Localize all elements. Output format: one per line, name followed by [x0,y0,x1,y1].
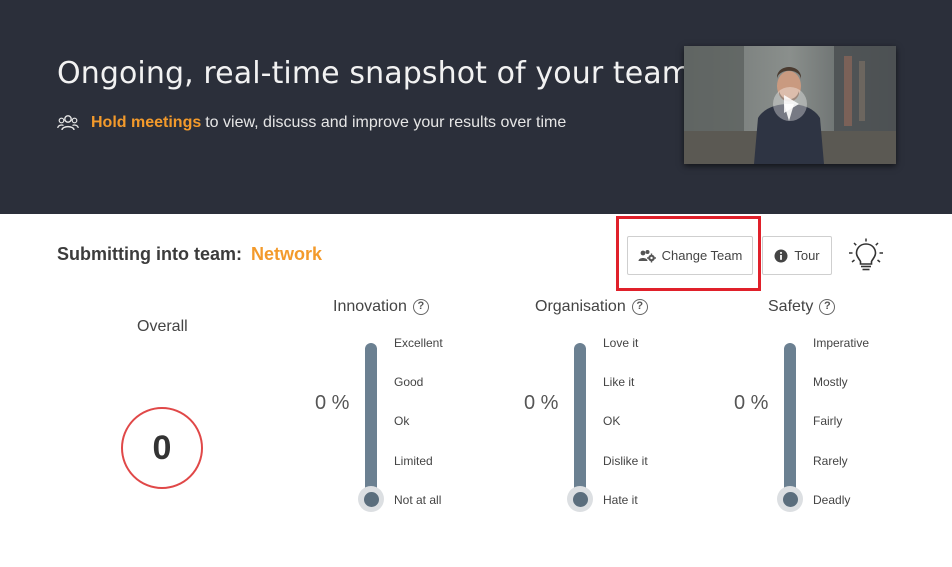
metric-title-text: Innovation [333,298,407,315]
overall-label: Overall [137,318,188,335]
innovation-slider-handle[interactable] [358,486,384,512]
metric-title-text: Safety [768,298,814,315]
level-label: Ok [394,414,410,428]
organisation-slider-handle[interactable] [567,486,593,512]
team-settings-icon [638,249,656,262]
level-label: Good [394,375,424,389]
overall-score-value: 0 [152,428,172,467]
level-label: Hate it [603,493,638,507]
level-label: Imperative [813,336,870,350]
help-icon[interactable]: ? [412,299,429,315]
safety-percent: 0 % [734,392,769,414]
intro-video-thumbnail[interactable] [684,46,896,164]
level-label: OK [603,414,621,428]
help-icon[interactable]: ? [631,299,648,315]
metric-title-innovation: Innovation ? [333,298,429,316]
level-label: Deadly [813,493,851,507]
hold-meetings-link[interactable]: Hold meetings [91,114,201,132]
team-name: Network [251,244,323,264]
metric-title-text: Organisation [535,298,626,315]
change-team-label: Change Team [661,248,743,263]
lightbulb-icon[interactable] [848,238,884,272]
tour-label: Tour [794,248,820,263]
organisation-slider-track[interactable] [574,343,586,503]
overall-score-ring: 0 [121,407,203,489]
metric-title-safety: Safety ? [768,298,836,316]
video-thumbnail-image [684,46,896,164]
help-icon[interactable]: ? [819,299,836,315]
level-label: Like it [603,375,635,389]
hero-subtitle: Hold meetings to view, discuss and impro… [57,113,566,133]
hero-banner: Ongoing, real-time snapshot of your team… [0,0,952,214]
people-icon [57,115,79,131]
level-label: Love it [603,336,639,350]
innovation-slider-track[interactable] [365,343,377,503]
tour-button[interactable]: Tour [762,236,832,275]
team-status: Submitting into team: Network [57,244,322,265]
level-label: Excellent [394,336,443,350]
page-title: Ongoing, real-time snapshot of your team [57,56,692,91]
level-label: Rarely [813,454,848,468]
level-label: Not at all [394,493,442,507]
safety-slider-handle[interactable] [777,486,803,512]
info-icon [774,249,788,262]
level-label: Dislike it [603,454,648,468]
change-team-button[interactable]: Change Team [627,236,753,275]
team-label: Submitting into team: [57,244,242,264]
metric-title-organisation: Organisation ? [535,298,648,316]
level-label: Limited [394,454,433,468]
level-label: Mostly [813,375,848,389]
hero-subtitle-text: to view, discuss and improve your result… [205,114,567,131]
organisation-percent: 0 % [524,392,559,414]
level-label: Fairly [813,414,843,428]
safety-slider-track[interactable] [784,343,796,503]
innovation-percent: 0 % [315,392,350,414]
